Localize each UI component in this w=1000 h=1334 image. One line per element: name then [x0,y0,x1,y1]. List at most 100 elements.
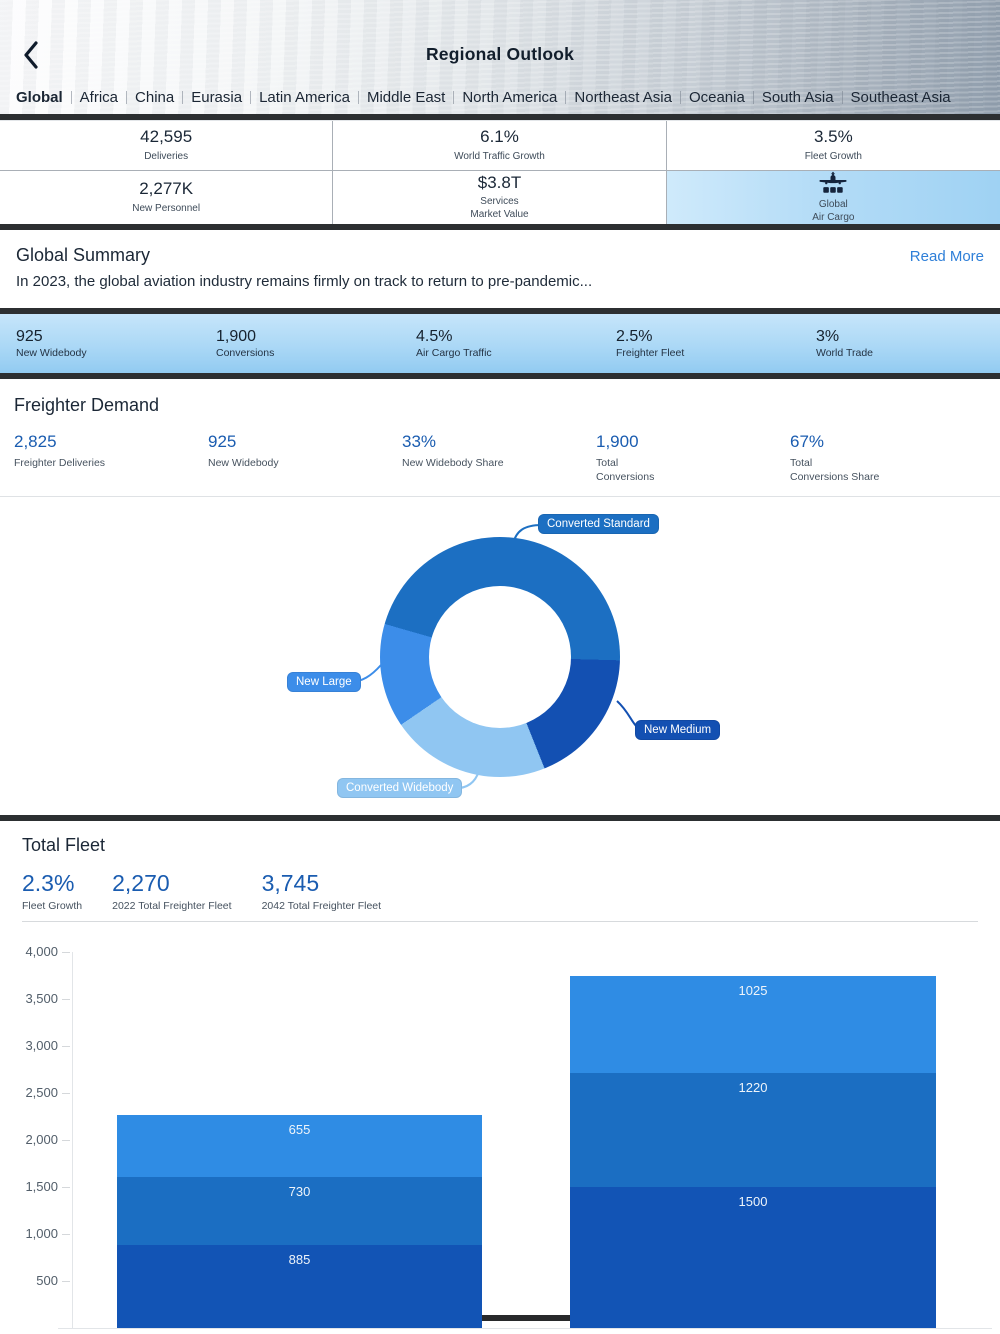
stat-label: Freighter Fleet [616,347,685,360]
total-fleet-section: Total Fleet 2.3% Fleet Growth 2,270 2022 To… [0,821,1000,1334]
freighter-demand-title: Freighter Demand [14,395,160,415]
stat-value: 925 [16,327,43,345]
stat-label: Total Conversions Share [790,456,880,483]
stat-air-cargo-traffic: 4.5% Air Cargo Traffic [400,328,600,359]
y-axis-tick [62,1187,70,1189]
bar-segment-value: 885 [288,1252,311,1268]
total-fleet-title: Total Fleet [22,835,106,855]
stat-cell-global[interactable]: Global Air Cargo [666,171,1000,224]
donut-label-new-medium: New Medium [635,720,721,741]
stat-label: Fleet Growth [804,150,862,162]
bar-segment: 885 [117,1245,482,1329]
stat-value: 1,900 [596,432,639,451]
bar-segment-value: 1220 [738,1079,768,1095]
stat-cell-world-traffic-growth[interactable]: 6.1% World Traffic Growth [333,121,667,171]
stat-value: 67% [790,432,825,451]
stat-freighter-fleet: 2.5% Freighter Fleet [600,328,800,359]
stat-cell-deliveries[interactable]: 42,595 Deliveries [0,121,334,171]
tab-separator [565,91,567,104]
bar-segment: 1025 [570,976,936,1073]
page-title: Regional Outlook [425,44,575,64]
tab-southeast-asia[interactable]: Southeast Asia [851,89,951,106]
stat-label: Air Cargo Traffic [416,347,492,360]
stat-cell-services[interactable]: $3.8T Services Market Value [333,171,667,224]
y-axis-tick-label: 3,500 [25,991,58,1007]
tab-oceania[interactable]: Oceania [689,89,745,106]
stat-cell-new-personnel[interactable]: 2,277K New Personnel [0,171,334,224]
y-axis-tick-label: 1,500 [25,1179,58,1195]
tab-south-asia[interactable]: South Asia [762,89,834,106]
regional-outlook-screen: Regional Outlook Global Africa China Eurasi… [0,0,1000,1334]
y-axis-tick [62,1140,70,1142]
stat-freighter-deliveries: 2,825 Freighter Deliveries [14,432,208,484]
stat-new-widebody-share: 33% New Widebody Share [402,432,596,484]
stat-new-widebody: 925 New Widebody [208,432,402,484]
stat-value: 3% [816,327,840,345]
stat-value: 2,270 [112,870,170,896]
stat-label: New Widebody [16,347,87,360]
tab-northeast-asia[interactable]: Northeast Asia [574,89,672,106]
y-axis-tick [62,999,70,1001]
stat-label: Global Air Cargo [812,199,855,223]
stat-value: 2,277K [139,179,194,199]
stat-world-trade: 3% World Trade [800,328,1000,359]
tab-separator [182,91,184,104]
bar-segment-value: 1025 [738,983,768,999]
region-tabs: Global Africa China Eurasia Latin America Mid… [16,89,951,106]
read-more-link[interactable]: Read More [910,248,984,265]
bar-segment-value: 655 [288,1121,311,1137]
freighter-demand-stats: 2,825 Freighter Deliveries 925 New Widebody… [0,432,1000,484]
back-button[interactable] [18,40,44,72]
tab-latin-america[interactable]: Latin America [259,89,350,106]
stat-label: Deliveries [144,150,189,162]
stat-label: Total Conversions [596,456,655,483]
chevron-left-icon [24,40,38,69]
donut-label-converted-widebody: Converted Widebody [337,778,463,799]
tab-africa[interactable]: Africa [80,89,118,106]
stat-label: Freighter Deliveries [14,456,106,469]
stat-value: 42,595 [140,127,193,147]
stat-total: 67% Total Conversions Share [790,432,984,484]
tab-separator [126,91,128,104]
stat-label: World Traffic Growth [454,150,545,162]
global-summary-title: Global Summary [16,245,151,265]
bar-segment-value: 730 [288,1183,311,1199]
tab-global[interactable]: Global [16,89,63,106]
global-summary-section: Global Summary Read More In 2023, the gl… [0,230,1000,308]
stat-value: 3,745 [261,870,320,896]
stat-label: Services Market Value [470,196,529,221]
stacked-bar-1: 655 730 885 [117,1114,482,1329]
y-axis-tick-label: 2,000 [25,1132,58,1148]
tab-china[interactable]: China [135,89,174,106]
y-axis-tick [62,952,70,954]
tab-middle-east[interactable]: Middle East [367,89,445,106]
stat-value: 6.1% [480,127,519,147]
tab-separator [250,91,252,104]
stat-label: New Personnel [132,202,201,214]
tab-separator [679,91,681,104]
y-axis-tick [62,1234,70,1236]
stat-label: Fleet Growth [22,900,83,913]
tab-separator [841,91,843,104]
stat-label: Conversions [216,347,275,360]
stat-2022-total-freighter-fleet: 2,270 2022 Total Freighter Fleet [112,870,231,912]
stat-value: 925 [208,432,237,451]
total-fleet-stats: 2.3% Fleet Growth 2,270 2022 Total Freighte… [22,870,1000,913]
freighter-demand-section: Freighter Demand 2,825 Freighter Deliveri… [0,379,1000,815]
stat-cell-fleet-growth[interactable]: 3.5% Fleet Growth [666,121,1000,171]
stat-value: 2,825 [14,432,57,451]
tab-separator [453,91,455,104]
tab-separator [752,91,754,104]
bar-segment: 655 [117,1114,482,1177]
tab-eurasia[interactable]: Eurasia [191,89,242,106]
summary-stats-grid: 42,595 Deliveries 6.1% World Traffic Growth… [0,120,1000,224]
stat-value: 1,900 [216,327,257,345]
tab-north-america[interactable]: North America [462,89,557,106]
bar-segment: 730 [117,1176,482,1246]
y-axis-tick [62,1093,70,1095]
donut-label-converted-standard: Converted Standard [538,514,659,535]
y-axis-tick-label: 2,500 [25,1085,58,1101]
y-axis-tick-label: 500 [36,1273,58,1289]
stat-value: 4.5% [416,327,453,345]
stat-fleet-growth: 2.3% Fleet Growth [22,870,83,913]
